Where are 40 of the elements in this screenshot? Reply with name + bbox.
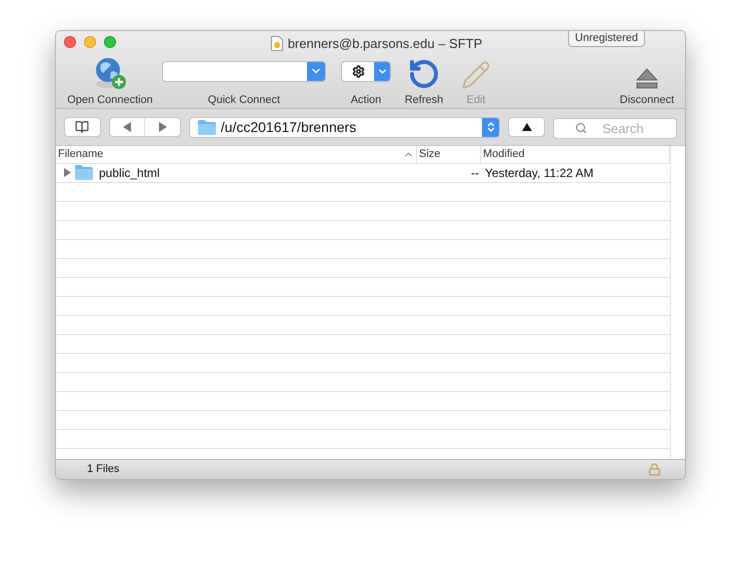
toolbar-label: Refresh <box>404 92 444 108</box>
toolbar-label: Action <box>350 92 382 108</box>
search-field[interactable]: Search <box>553 118 677 138</box>
search-icon <box>575 122 587 134</box>
parent-folder-button[interactable] <box>508 117 545 137</box>
eject-icon <box>635 66 659 90</box>
gear-icon <box>352 64 364 78</box>
pencil-icon <box>461 60 491 90</box>
status-text: 1 Files <box>87 462 120 478</box>
document-icon <box>270 36 283 52</box>
bookmarks-button[interactable] <box>64 117 101 137</box>
modified-date: Yesterday, 11:22 AM <box>484 164 595 182</box>
book-icon <box>75 120 90 134</box>
folder-icon <box>198 120 216 134</box>
toolbar-label: Open Connection <box>67 92 153 108</box>
up-triangle-icon <box>522 123 532 131</box>
file-row[interactable]: public_html -- Yesterday, 11:22 AM <box>56 164 670 182</box>
file-name: public_html <box>99 164 160 182</box>
toolbar-label: Disconnect <box>620 92 674 108</box>
folder-icon <box>75 165 93 180</box>
unregistered-badge: Unregistered <box>568 31 645 47</box>
refresh-button[interactable]: Refresh <box>401 54 447 108</box>
toolbar-label: Edit <box>466 92 486 108</box>
close-window-button[interactable] <box>64 36 76 48</box>
quick-connect-field[interactable] <box>162 60 326 82</box>
file-size: -- <box>470 164 480 182</box>
globe-add-icon <box>93 56 127 90</box>
window-title: brenners@b.parsons.edu – SFTP <box>288 35 482 53</box>
column-header[interactable]: Filename <box>56 146 417 162</box>
collapsed-triangle-icon[interactable] <box>63 168 71 177</box>
refresh-icon <box>408 58 440 90</box>
toolbar-label: Quick Connect <box>208 92 280 108</box>
open-button[interactable]: Open Connection <box>62 54 158 108</box>
zoom-window-button[interactable] <box>104 36 116 48</box>
path-selector[interactable]: /u/cc201617/brenners <box>188 116 500 138</box>
action-menu-button[interactable] <box>341 60 391 82</box>
left-triangle-icon <box>123 122 132 132</box>
right-triangle-icon <box>158 122 167 132</box>
disconnect-button[interactable]: Disconnect <box>615 54 679 108</box>
column-header[interactable]: Size <box>417 146 481 162</box>
